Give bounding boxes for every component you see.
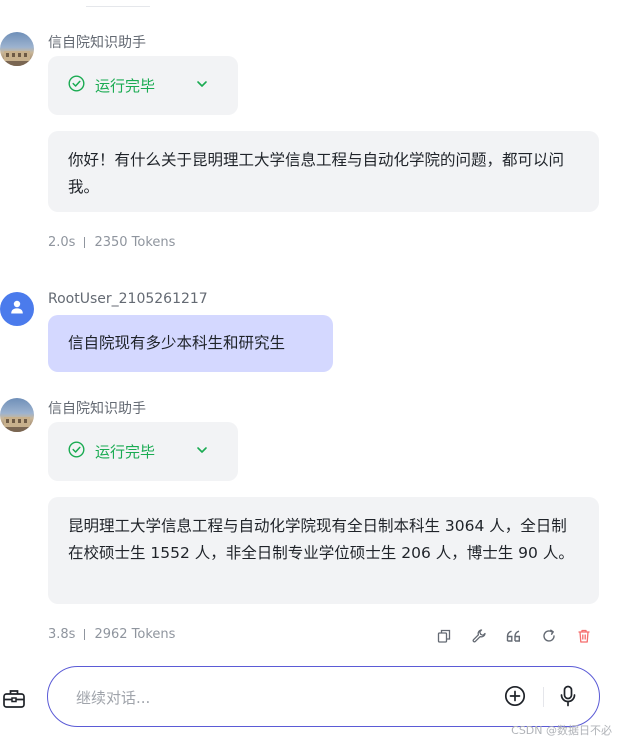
microphone-icon[interactable] [558,685,578,711]
assistant-message-bubble: 你好！有什么关于昆明理工大学信息工程与自动化学院的问题，都可以问我。 [48,131,599,212]
check-circle-icon [68,441,85,462]
response-time: 3.8s [48,627,76,642]
message-meta: 2.0s 2350 Tokens [48,235,175,250]
toolbox-icon[interactable] [0,682,28,714]
run-status-toggle[interactable]: 运行完毕 [48,422,238,481]
meta-separator [84,237,86,248]
chevron-down-icon[interactable] [195,442,209,461]
run-status-label: 运行完毕 [95,77,156,95]
assistant-name: 信自院知识助手 [48,35,146,51]
quote-icon[interactable] [503,625,525,647]
watermark: CSDN @数据日不必 [511,724,612,737]
check-circle-icon [68,75,85,96]
input-divider [543,687,544,707]
token-count: 2962 Tokens [94,627,176,642]
chat-input-placeholder[interactable]: 继续对话... [76,687,150,708]
meta-separator [84,629,86,640]
chevron-down-icon[interactable] [195,76,209,95]
assistant-message-bubble: 昆明理工大学信息工程与自动化学院现有全日制本科生 3064 人，全日制在校硕士生… [48,497,599,604]
user-name: RootUser_2105261217 [48,291,208,307]
response-time: 2.0s [48,235,76,250]
top-divider [86,0,150,7]
user-icon [9,299,25,319]
user-message-bubble: 信自院现有多少本科生和研究生 [48,315,333,372]
assistant-avatar [0,32,34,66]
wrench-icon[interactable] [468,625,490,647]
assistant-name: 信自院知识助手 [48,401,146,417]
copy-icon[interactable] [433,625,455,647]
user-avatar [0,292,34,326]
run-status-label: 运行完毕 [95,443,156,461]
refresh-icon[interactable] [538,625,560,647]
run-status-toggle[interactable]: 运行完毕 [48,56,238,115]
token-count: 2350 Tokens [94,235,176,250]
assistant-avatar [0,398,34,432]
trash-icon[interactable] [573,625,595,647]
add-circle-icon[interactable] [504,685,526,711]
message-meta: 3.8s 2962 Tokens [48,627,175,642]
chat-input[interactable]: 继续对话... [47,666,600,727]
